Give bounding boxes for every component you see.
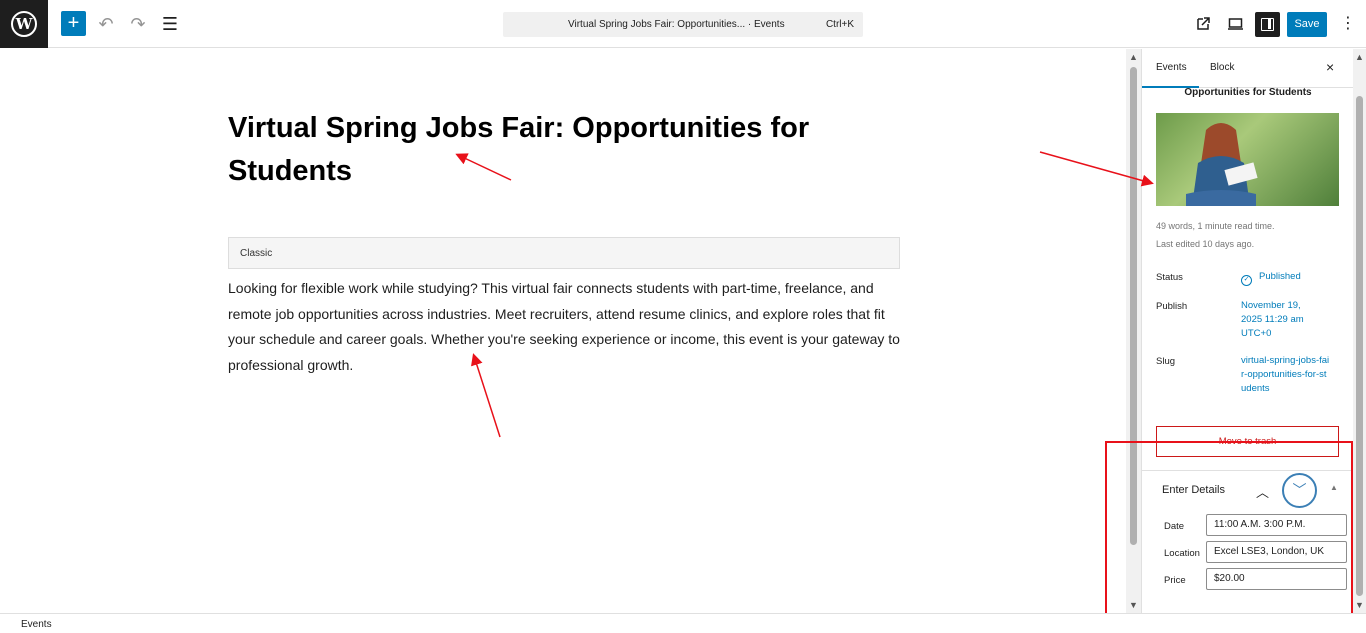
save-button[interactable]: Save	[1287, 12, 1327, 37]
wordpress-icon: W	[11, 11, 37, 37]
post-content[interactable]: Looking for flexible work while studying…	[228, 276, 900, 378]
sidebar-post-title: Opportunities for Students	[1184, 87, 1312, 98]
more-options-icon[interactable]: ⋮	[1340, 12, 1356, 36]
sidebar-tabs: Events Block ×	[1142, 49, 1354, 88]
sidebar-scroll-thumb[interactable]	[1356, 96, 1363, 596]
featured-image[interactable]	[1156, 113, 1339, 206]
add-block-button[interactable]: +	[61, 11, 86, 36]
annotation-highlight-box	[1105, 441, 1353, 622]
sidebar-scroll-up-icon[interactable]: ▲	[1355, 52, 1364, 62]
sidebar-icon	[1261, 18, 1274, 31]
word-count: 49 words, 1 minute read time.	[1156, 221, 1275, 231]
student-photo-illustration	[1186, 123, 1258, 206]
tab-events[interactable]: Events	[1156, 62, 1187, 73]
editor-header: W + ↶ ↷ ☰ Virtual Spring Jobs Fair: Oppo…	[0, 0, 1366, 48]
publish-date-button[interactable]: November 19, 2025 11:29 am UTC+0	[1241, 299, 1319, 341]
last-edited: Last edited 10 days ago.	[1156, 239, 1255, 249]
close-icon[interactable]: ×	[1326, 59, 1334, 75]
status-value[interactable]: ✓ Published	[1241, 270, 1331, 286]
status-label: Status	[1156, 272, 1183, 283]
desktop-icon[interactable]	[1227, 16, 1244, 32]
undo-icon[interactable]: ↶	[94, 12, 118, 36]
list-view-icon[interactable]: ☰	[158, 12, 182, 36]
sidebar-scroll-down-icon[interactable]: ▼	[1355, 600, 1364, 610]
block-breadcrumb-bar: Events	[0, 613, 1366, 633]
document-bar[interactable]: Virtual Spring Jobs Fair: Opportunities.…	[503, 12, 863, 37]
classic-block-toolbar[interactable]: Classic	[228, 237, 900, 269]
command-shortcut: Ctrl+K	[825, 19, 854, 30]
publish-label: Publish	[1156, 301, 1188, 312]
scroll-up-arrow-icon[interactable]: ▲	[1129, 52, 1138, 62]
check-circle-icon: ✓	[1241, 275, 1252, 286]
breadcrumb-events[interactable]: Events	[21, 619, 52, 630]
sidebar-scrollbar[interactable]: ▲ ▼	[1353, 49, 1366, 613]
settings-toggle-button[interactable]	[1255, 12, 1280, 37]
slug-link[interactable]: virtual-spring-jobs-fair-opportunities-f…	[1241, 354, 1331, 396]
status-text: Published	[1259, 271, 1301, 282]
wordpress-logo-button[interactable]: W	[0, 0, 48, 48]
document-title: Virtual Spring Jobs Fair: Opportunities.…	[568, 19, 785, 30]
redo-icon[interactable]: ↷	[126, 12, 150, 36]
editor-canvas: Virtual Spring Jobs Fair: Opportunities …	[0, 49, 1126, 613]
external-link-icon[interactable]	[1195, 16, 1211, 32]
tab-block[interactable]: Block	[1210, 62, 1234, 73]
post-title[interactable]: Virtual Spring Jobs Fair: Opportunities …	[228, 107, 868, 193]
slug-label: Slug	[1156, 356, 1176, 367]
